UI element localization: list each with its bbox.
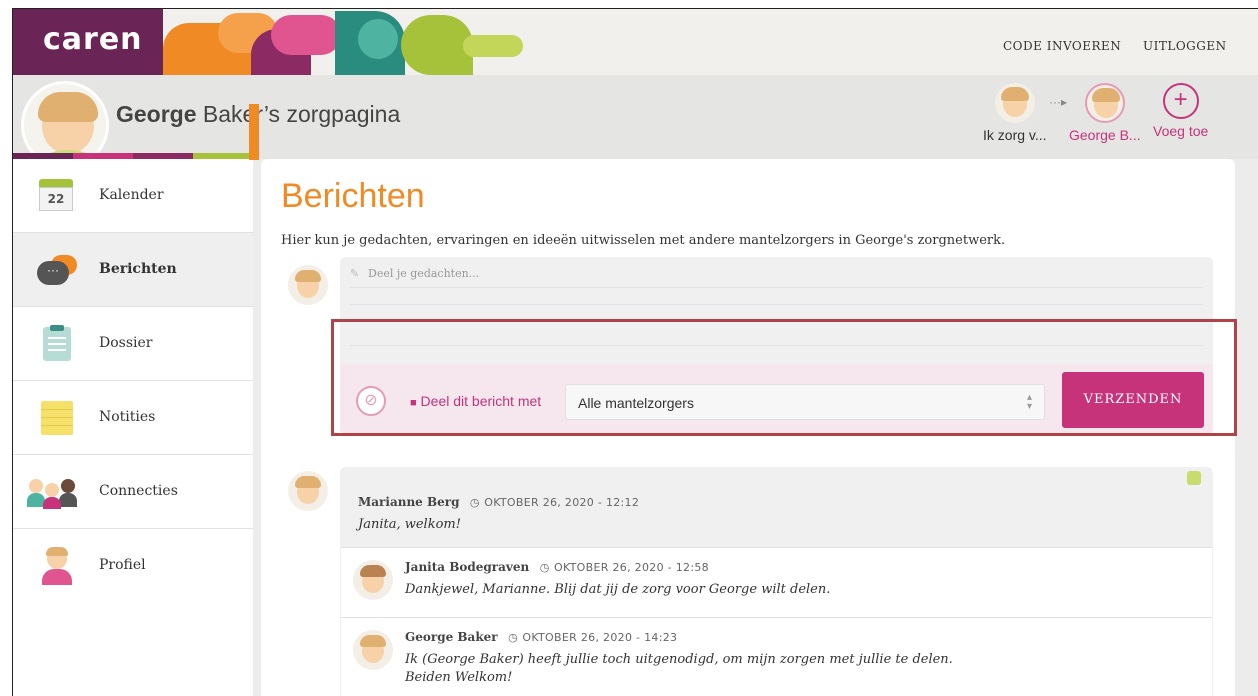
reply-item: Janita Bodegraven ◷ OKTOBER 26, 2020 - 1… <box>341 547 1212 617</box>
switcher-ik-zorg[interactable]: Ik zorg v... <box>983 83 1047 143</box>
reply-item: George Baker ◷ OKTOBER 26, 2020 - 14:23 … <box>341 617 1212 696</box>
chat-bubbles-icon: ··· <box>37 251 77 289</box>
reply-date: OKTOBER 26, 2020 - 12:58 <box>554 561 709 574</box>
sticky-note-icon <box>37 399 77 437</box>
avatar <box>288 471 328 511</box>
reply-text: Dankjewel, Marianne. Blij dat jij de zor… <box>405 582 831 597</box>
send-button[interactable]: VERZENDEN <box>1062 372 1204 428</box>
reply-author[interactable]: Janita Bodegraven <box>405 560 529 574</box>
avatar <box>353 630 393 670</box>
switcher-label: George B... <box>1069 127 1141 143</box>
sidebar-item-label: Kalender <box>99 187 164 203</box>
sidebar-item-label: Dossier <box>99 335 153 351</box>
main-content: Berichten Hier kun je gedachten, ervarin… <box>261 159 1235 696</box>
app-window: caren CODE INVOEREN UITLOGGEN George Bak… <box>12 8 1258 696</box>
switcher-george[interactable]: George B... <box>1069 83 1141 143</box>
message-post: Marianne Berg ◷ OKTOBER 26, 2020 - 12:12… <box>340 467 1213 696</box>
reply-text: Ik (George Baker) heeft jullie toch uitg… <box>405 652 953 667</box>
sidebar-item-dossier[interactable]: Dossier <box>13 307 253 381</box>
paperclip-icon[interactable]: ⊘ <box>356 386 386 416</box>
post-author[interactable]: Marianne Berg <box>358 495 459 509</box>
switcher-label: Ik zorg v... <box>983 127 1047 143</box>
sidebar: 22 Kalender ··· Berichten Dossier Notiti… <box>13 159 253 696</box>
note-tag-icon[interactable] <box>1187 471 1201 485</box>
divider <box>350 304 1203 305</box>
avatar <box>1084 83 1125 123</box>
plus-icon: + <box>1162 83 1199 119</box>
sidebar-item-label: Berichten <box>99 261 177 277</box>
active-tab-indicator <box>249 104 259 160</box>
post-text: Janita, welkom! <box>358 517 461 532</box>
share-recipients-select[interactable]: Alle mantelzorgers ▴ ▾ <box>565 384 1045 420</box>
clock-icon: ◷ <box>469 496 480 509</box>
profile-icon <box>37 547 77 585</box>
lock-icon: ■ <box>410 397 417 409</box>
message-placeholder: Deel je gedachten... <box>368 267 480 280</box>
sidebar-item-notities[interactable]: Notities <box>13 381 253 455</box>
clock-icon: ◷ <box>508 631 518 644</box>
page-heading: Berichten <box>281 177 425 215</box>
reply-text: Beiden Welkom! <box>405 670 513 685</box>
arrow-right-icon: ···▸ <box>1049 95 1068 109</box>
share-bar: ⊘ ■ Deel dit bericht met Alle mantelzorg… <box>340 364 1213 435</box>
switcher-voeg-toe[interactable]: + Voeg toe <box>1153 83 1208 139</box>
top-bar: caren CODE INVOEREN UITLOGGEN <box>13 9 1258 75</box>
message-input[interactable]: ✎ Deel je gedachten... <box>340 257 1213 364</box>
caren-logo[interactable]: caren <box>43 22 143 57</box>
message-composer: ✎ Deel je gedachten... ⊘ ■ Deel dit beri… <box>340 257 1213 435</box>
sidebar-item-berichten[interactable]: ··· Berichten <box>13 233 253 307</box>
uitloggen-link[interactable]: UITLOGGEN <box>1143 39 1227 53</box>
sidebar-item-label: Profiel <box>99 557 146 573</box>
avatar <box>994 83 1035 123</box>
select-arrows-icon: ▴ ▾ <box>1026 392 1032 412</box>
reply-date: OKTOBER 26, 2020 - 14:23 <box>522 631 678 644</box>
sidebar-item-kalender[interactable]: 22 Kalender <box>13 159 253 233</box>
select-value: Alle mantelzorgers <box>578 395 694 411</box>
people-icon <box>27 473 81 511</box>
post-date: OKTOBER 26, 2020 - 12:12 <box>484 496 640 509</box>
sidebar-item-label: Notities <box>99 409 156 425</box>
clipboard-icon <box>37 325 77 363</box>
sidebar-item-profiel[interactable]: Profiel <box>13 529 253 603</box>
calendar-icon: 22 <box>37 177 77 215</box>
intro-text: Hier kun je gedachten, ervaringen en ide… <box>281 233 1006 248</box>
sidebar-item-label: Connecties <box>99 483 178 499</box>
avatar <box>353 560 393 600</box>
calendar-day: 22 <box>39 187 73 211</box>
clock-icon: ◷ <box>539 561 550 574</box>
switcher-label: Voeg toe <box>1153 123 1209 139</box>
divider <box>350 287 1203 288</box>
avatar <box>288 265 328 305</box>
share-label: ■ Deel dit bericht met <box>410 393 542 409</box>
code-invoeren-link[interactable]: CODE INVOEREN <box>1003 39 1121 53</box>
brand-banner: caren <box>13 9 533 75</box>
profile-header: George Baker’s zorgpagina Ik zorg v... ·… <box>13 75 1258 169</box>
reply-author[interactable]: George Baker <box>405 630 498 644</box>
sidebar-item-connecties[interactable]: Connecties <box>13 455 253 529</box>
pencil-icon: ✎ <box>350 267 360 280</box>
divider <box>350 345 1203 346</box>
